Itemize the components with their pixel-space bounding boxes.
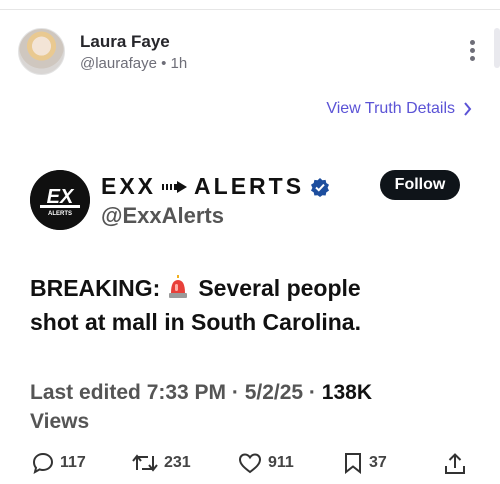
meta-separator: •	[161, 55, 167, 72]
embed-display-name[interactable]: EXX ALERTS	[101, 173, 330, 200]
embed-handle[interactable]: @ExxAlerts	[101, 203, 224, 229]
post-text-line2: shot at mall in South Carolina.	[30, 309, 361, 335]
repost-count: 231	[164, 454, 191, 471]
embedded-post-header: EX ALERTS EXX ALERTS @ExxAlerts Follow	[30, 170, 470, 234]
exx-alerts-logo[interactable]: EX ALERTS	[30, 170, 90, 230]
more-vertical-icon[interactable]	[468, 40, 476, 64]
post-text-line1: Several people	[198, 275, 361, 301]
share-icon	[445, 453, 465, 474]
svg-text:ALERTS: ALERTS	[48, 211, 72, 217]
repost-button[interactable]: 231	[132, 452, 191, 474]
repost-icon	[132, 454, 158, 472]
post-header: Laura Faye @laurafaye • 1h	[18, 28, 488, 78]
scrollbar[interactable]	[494, 28, 500, 68]
post-meta: Last edited 7:33 PM · 5/2/25 · 138K View…	[30, 378, 470, 436]
view-truth-details-link[interactable]: View Truth Details	[326, 100, 472, 118]
bookmark-count: 37	[369, 454, 387, 471]
siren-emoji-icon	[169, 275, 188, 298]
arrow-icon	[162, 180, 188, 193]
breaking-label: BREAKING:	[30, 275, 161, 301]
bookmark-icon	[345, 453, 361, 474]
like-button[interactable]: 911	[238, 452, 294, 474]
author-name[interactable]: Laura Faye	[80, 32, 170, 52]
reply-icon	[32, 452, 54, 474]
views-label: Views	[30, 410, 90, 433]
post-text: BREAKING: Several people shot at mall in…	[30, 271, 470, 339]
post-time: 1h	[170, 55, 188, 72]
bookmark-button[interactable]: 37	[343, 452, 387, 474]
author-meta: @laurafaye • 1h	[80, 55, 187, 72]
display-name-right: ALERTS	[194, 173, 305, 199]
avatar[interactable]	[18, 28, 65, 75]
share-button[interactable]	[444, 452, 466, 476]
top-divider	[0, 0, 500, 10]
like-count: 911	[268, 454, 294, 471]
chevron-right-icon	[464, 102, 472, 116]
reply-button[interactable]: 117	[32, 452, 86, 474]
post-timestamp[interactable]: Last edited 7:33 PM · 5/2/25 ·	[30, 381, 316, 404]
like-icon	[238, 453, 262, 474]
svg-text:EX: EX	[47, 186, 75, 208]
verified-badge-icon	[311, 177, 330, 197]
display-name-left: EXX	[101, 173, 157, 199]
reply-count: 117	[60, 454, 86, 471]
follow-button[interactable]: Follow	[380, 170, 460, 200]
views-count: 138K	[321, 381, 372, 404]
view-truth-details-label: View Truth Details	[326, 100, 455, 117]
action-bar: 117 231 911 37	[32, 452, 472, 480]
author-handle[interactable]: @laurafaye	[80, 55, 157, 72]
